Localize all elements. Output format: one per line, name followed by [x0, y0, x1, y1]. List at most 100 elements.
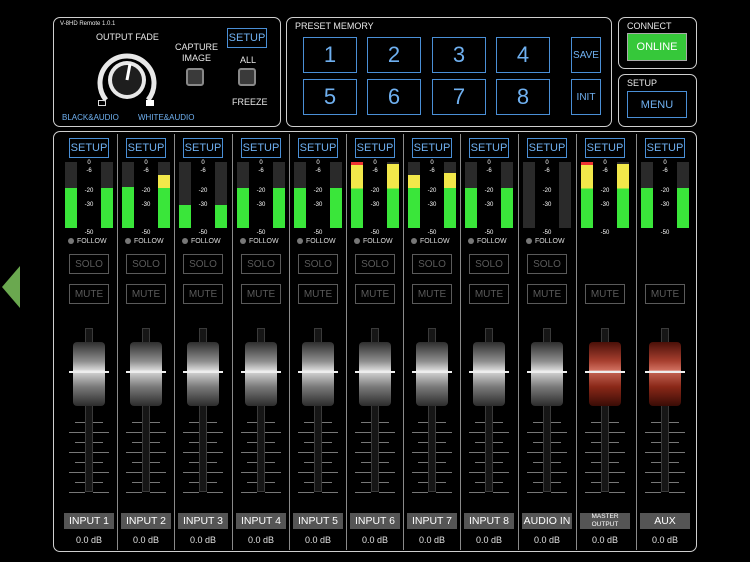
follow-toggle[interactable]: FOLLOW: [68, 238, 107, 245]
mute-button[interactable]: MUTE: [126, 284, 166, 304]
preset-button-2[interactable]: 2: [367, 37, 421, 73]
solo-button[interactable]: SOLO: [527, 254, 567, 274]
app-version: V-8HD Remote 1.0.1: [60, 21, 116, 27]
level-meter: [581, 162, 593, 228]
fader-knob[interactable]: [298, 342, 338, 406]
follow-toggle[interactable]: FOLLOW: [240, 238, 279, 245]
mute-button[interactable]: MUTE: [241, 284, 281, 304]
channel-setup-button[interactable]: SETUP: [183, 138, 223, 158]
follow-toggle[interactable]: FOLLOW: [297, 238, 336, 245]
fader-knob[interactable]: [126, 342, 166, 406]
level-meter: [559, 162, 571, 228]
mute-button[interactable]: MUTE: [585, 284, 625, 304]
mute-button[interactable]: MUTE: [298, 284, 338, 304]
output-fade-knob[interactable]: [92, 42, 162, 108]
mute-button[interactable]: MUTE: [69, 284, 109, 304]
mute-button[interactable]: MUTE: [469, 284, 509, 304]
preset-button-1[interactable]: 1: [303, 37, 357, 73]
channel-name: INPUT 7: [407, 513, 457, 529]
solo-button[interactable]: SOLO: [241, 254, 281, 274]
fader-knob[interactable]: [527, 342, 567, 406]
channel-level-value: 0.0 dB: [75, 535, 103, 545]
mute-button[interactable]: MUTE: [355, 284, 395, 304]
fader-knob[interactable]: [412, 342, 452, 406]
follow-label: FOLLOW: [77, 238, 107, 245]
black-audio-label: BLACK&AUDIO: [62, 113, 119, 122]
channel-setup-button[interactable]: SETUP: [645, 138, 685, 158]
fader-knob[interactable]: [645, 342, 685, 406]
meter-scale-label: -6: [258, 168, 264, 174]
strip-divider: [576, 134, 577, 550]
meter-scale-label: 0: [430, 160, 434, 166]
solo-button[interactable]: SOLO: [355, 254, 395, 274]
preset-button-8[interactable]: 8: [496, 79, 550, 115]
channel-level-value: 0.0 dB: [189, 535, 217, 545]
meter-scale-label: -30: [542, 202, 552, 208]
follow-toggle[interactable]: FOLLOW: [125, 238, 164, 245]
follow-toggle[interactable]: FOLLOW: [526, 238, 565, 245]
level-meter: [122, 162, 134, 228]
meter-scale-label: -20: [542, 188, 552, 194]
capture-image-button[interactable]: [186, 68, 204, 86]
solo-button[interactable]: SOLO: [69, 254, 109, 274]
menu-button[interactable]: MENU: [627, 91, 687, 118]
preset-memory-title: PRESET MEMORY: [295, 21, 374, 31]
preset-save-button[interactable]: SAVE: [571, 37, 601, 73]
online-button[interactable]: ONLINE: [627, 33, 687, 61]
mute-button[interactable]: MUTE: [527, 284, 567, 304]
follow-toggle[interactable]: FOLLOW: [468, 238, 507, 245]
fader-knob[interactable]: [241, 342, 281, 406]
channel-setup-button[interactable]: SETUP: [585, 138, 625, 158]
strip-divider: [460, 134, 461, 550]
channel-level-value: 0.0 dB: [651, 535, 679, 545]
fader-scale-ticks: [527, 422, 567, 493]
level-meter: [330, 162, 342, 228]
white-audio-indicator: [146, 100, 154, 106]
meter-scale-label: -6: [544, 168, 550, 174]
mute-button[interactable]: MUTE: [183, 284, 223, 304]
channel-setup-button[interactable]: SETUP: [298, 138, 338, 158]
fader-knob[interactable]: [183, 342, 223, 406]
channel-strip: SETUP 0 -6 -20 -30 -50 FOLLOW SOLO MUTE AUDIO IN 0…: [520, 134, 574, 550]
solo-button[interactable]: SOLO: [298, 254, 338, 274]
fader-knob[interactable]: [469, 342, 509, 406]
fader-knob[interactable]: [585, 342, 625, 406]
level-meter: [294, 162, 306, 228]
preset-button-4[interactable]: 4: [496, 37, 550, 73]
preset-button-7[interactable]: 7: [432, 79, 486, 115]
channel-setup-button[interactable]: SETUP: [469, 138, 509, 158]
fader-knob[interactable]: [355, 342, 395, 406]
freeze-button[interactable]: [238, 68, 256, 86]
mute-button[interactable]: MUTE: [412, 284, 452, 304]
channel-setup-button[interactable]: SETUP: [527, 138, 567, 158]
preset-button-5[interactable]: 5: [303, 79, 357, 115]
channel-setup-button[interactable]: SETUP: [241, 138, 281, 158]
preset-button-6[interactable]: 6: [367, 79, 421, 115]
channel-setup-button[interactable]: SETUP: [412, 138, 452, 158]
solo-button[interactable]: SOLO: [126, 254, 166, 274]
channel-setup-button[interactable]: SETUP: [69, 138, 109, 158]
preset-init-button[interactable]: INIT: [571, 79, 601, 115]
fader-knob[interactable]: [69, 342, 109, 406]
channel-setup-button[interactable]: SETUP: [355, 138, 395, 158]
channel-setup-button[interactable]: SETUP: [126, 138, 166, 158]
follow-toggle[interactable]: FOLLOW: [354, 238, 393, 245]
channel-level-value: 0.0 dB: [533, 535, 561, 545]
follow-label: FOLLOW: [420, 238, 450, 245]
level-meter: [158, 162, 170, 228]
back-arrow-icon[interactable]: [0, 264, 22, 310]
channel-level-value: 0.0 dB: [475, 535, 503, 545]
follow-indicator-icon: [68, 238, 74, 245]
solo-button[interactable]: SOLO: [469, 254, 509, 274]
black-audio-indicator: [98, 100, 106, 106]
follow-toggle[interactable]: FOLLOW: [182, 238, 221, 245]
preset-button-3[interactable]: 3: [432, 37, 486, 73]
follow-toggle[interactable]: FOLLOW: [411, 238, 450, 245]
capture-setup-button[interactable]: SETUP: [227, 28, 267, 48]
mute-button[interactable]: MUTE: [645, 284, 685, 304]
solo-button[interactable]: SOLO: [183, 254, 223, 274]
meter-scale-label: 0: [316, 160, 320, 166]
strip-divider: [518, 134, 519, 550]
solo-button[interactable]: SOLO: [412, 254, 452, 274]
meter-scale-label: -30: [313, 202, 323, 208]
